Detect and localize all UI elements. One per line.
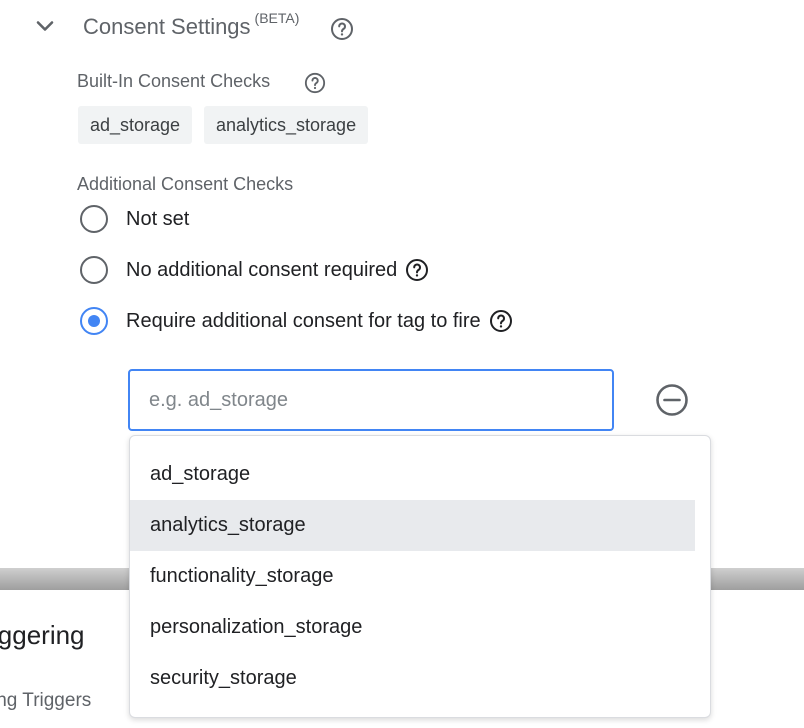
dropdown-option-analytics-storage[interactable]: analytics_storage <box>130 500 695 551</box>
radio-option-not-set[interactable]: Not set <box>80 203 189 235</box>
builtin-consent-label: Built-In Consent Checks <box>77 71 271 91</box>
section-title: Consent Settings (BETA) <box>83 10 299 40</box>
chevron-down-icon[interactable] <box>33 14 57 38</box>
consent-chip-ad-storage: ad_storage <box>78 106 193 144</box>
radio-button[interactable] <box>80 205 108 233</box>
dropdown-option-personalization-storage[interactable]: personalization_storage <box>130 602 695 653</box>
triggering-section-title: iggering <box>0 620 85 650</box>
dropdown-option-ad-storage[interactable]: ad_storage <box>130 449 695 500</box>
radio-option-require-additional-consent[interactable]: Require additional consent for tag to fi… <box>80 305 513 337</box>
radio-label: No additional consent required <box>126 258 398 281</box>
dropdown-option-functionality-storage[interactable]: functionality_storage <box>130 551 695 602</box>
additional-consent-label: Additional Consent Checks <box>77 174 294 194</box>
help-icon[interactable] <box>330 17 354 41</box>
radio-button-checked[interactable] <box>80 307 108 335</box>
help-icon[interactable] <box>489 309 513 333</box>
dropdown-option-security-storage[interactable]: security_storage <box>130 653 695 704</box>
help-icon[interactable] <box>405 258 429 282</box>
consent-suggestions-dropdown: ad_storage analytics_storage functionali… <box>129 435 711 718</box>
triggering-section-subtitle: ing Triggers <box>0 690 92 711</box>
radio-option-no-additional-consent[interactable]: No additional consent required <box>80 254 429 286</box>
radio-label: Not set <box>126 207 190 230</box>
radio-button[interactable] <box>80 256 108 284</box>
radio-label: Require additional consent for tag to fi… <box>126 309 481 332</box>
beta-badge: (BETA) <box>254 10 300 26</box>
remove-icon[interactable] <box>655 383 689 417</box>
consent-type-input[interactable] <box>128 369 614 431</box>
builtin-help-icon[interactable] <box>304 72 326 94</box>
section-title-text: Consent Settings <box>83 14 251 39</box>
consent-chip-analytics-storage: analytics_storage <box>204 106 369 144</box>
